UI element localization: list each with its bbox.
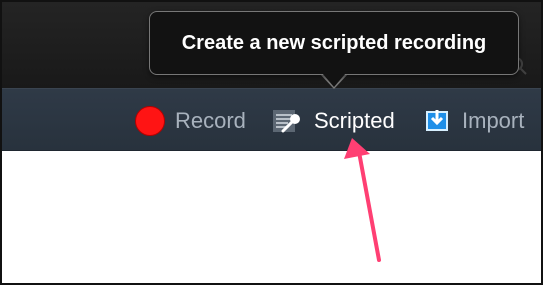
- import-label: Import: [462, 107, 525, 133]
- scripted-tooltip: Create a new scripted recording: [149, 11, 519, 75]
- record-icon: [135, 105, 165, 136]
- content-area: [2, 151, 541, 283]
- script-microphone-icon: [273, 109, 300, 132]
- import-button[interactable]: Import: [424, 89, 524, 152]
- scripted-button[interactable]: Scripted: [270, 89, 395, 152]
- scripted-label: Scripted: [314, 107, 395, 133]
- record-label: Record: [175, 107, 246, 133]
- recording-toolbar: Record Scripted Import: [2, 88, 541, 152]
- import-icon: [426, 109, 448, 131]
- screenshot-frame: Create a new scripted recording Record S…: [0, 0, 543, 285]
- tooltip-text: Create a new scripted recording: [181, 31, 487, 54]
- record-button[interactable]: Record: [135, 89, 246, 152]
- tooltip-pointer: [322, 73, 346, 87]
